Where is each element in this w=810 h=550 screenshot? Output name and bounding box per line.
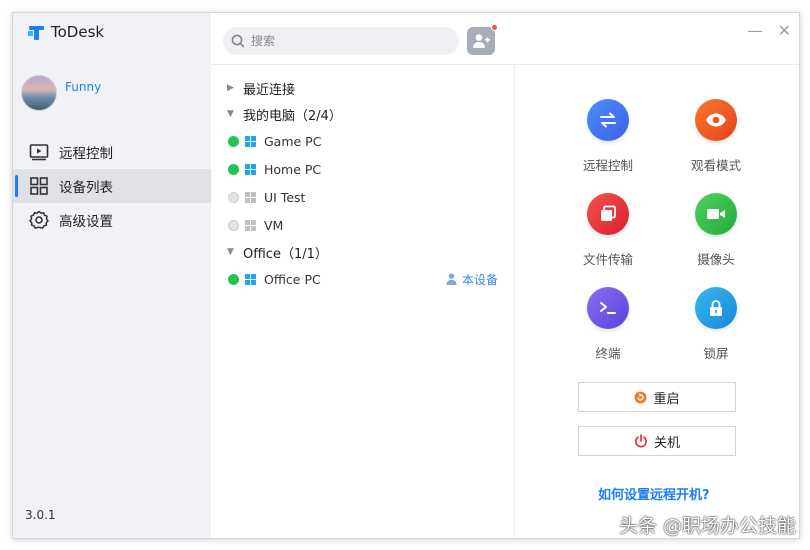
online-status-dot	[228, 163, 239, 175]
this-device-label: 本设备	[461, 272, 498, 287]
online-status-dot	[228, 135, 239, 147]
device-name: VM	[264, 217, 284, 233]
shutdown-button[interactable]: 关机	[578, 426, 736, 456]
offline-status-dot	[228, 219, 239, 231]
close-button[interactable]: ✕	[778, 21, 791, 40]
app-logo: ToDesk	[27, 23, 104, 41]
sidebar-item-label: 高级设置	[59, 214, 113, 230]
restart-label: 重启	[653, 391, 680, 407]
action-label: 文件传输	[582, 252, 633, 267]
search-icon	[231, 34, 245, 48]
sidebar-item-label: 远程控制	[59, 146, 113, 162]
offline-status-dot	[228, 191, 239, 203]
caret-right-icon[interactable]: ▶	[227, 83, 235, 93]
windows-icon	[245, 219, 256, 231]
person-icon	[446, 273, 457, 285]
add-device-button[interactable]	[467, 24, 498, 55]
search-input[interactable]	[251, 34, 441, 48]
action-label: 观看模式	[690, 158, 741, 173]
windows-icon	[245, 135, 256, 147]
caret-down-icon[interactable]: ▼	[227, 247, 235, 257]
group-my-computers[interactable]: ▼ 我的电脑（2/4）	[211, 101, 514, 127]
action-label: 锁屏	[703, 346, 729, 361]
caret-down-icon[interactable]: ▼	[227, 109, 235, 119]
username[interactable]: Funny	[65, 80, 101, 94]
camera-action[interactable]: 摄像头	[676, 193, 756, 268]
windows-icon	[245, 163, 256, 175]
group-label: 最近连接	[243, 82, 296, 98]
sidebar-item-device-list[interactable]: 设备列表	[13, 169, 211, 203]
top-bar: — ✕	[211, 13, 799, 65]
app-name: ToDesk	[51, 23, 105, 41]
action-label: 终端	[595, 346, 621, 361]
windows-icon	[245, 273, 256, 285]
device-name: UI Test	[264, 189, 306, 205]
search-box[interactable]	[223, 27, 459, 55]
app-version: 3.0.1	[25, 508, 56, 522]
sidebar-item-remote-control[interactable]: 远程控制	[13, 135, 211, 169]
device-name: Home PC	[264, 161, 322, 177]
files-icon[interactable]	[587, 193, 629, 235]
todesk-logo-icon	[27, 23, 45, 41]
action-panel: 远程控制 观看模式 文件传输 摄像头 终端 锁屏 重启 关机 如何设置远程开机?	[516, 65, 799, 538]
restart-icon	[634, 391, 647, 403]
remote-boot-help-link[interactable]: 如何设置远程开机?	[598, 484, 710, 503]
power-icon	[634, 434, 647, 448]
sidebar-item-advanced-settings[interactable]: 高级设置	[13, 203, 211, 237]
online-status-dot	[228, 273, 239, 285]
group-label: 我的电脑（2/4）	[243, 108, 342, 124]
todesk-window: ToDesk Funny 远程控制 设备列表 高级设置 3.0.1 搜索 — ✕…	[12, 12, 800, 539]
notification-dot	[491, 24, 498, 31]
grid-icon	[29, 176, 49, 196]
eye-icon[interactable]	[695, 99, 737, 141]
group-recent[interactable]: ▶ 最近连接	[211, 75, 514, 101]
group-label: Office（1/1）	[243, 246, 328, 262]
device-item[interactable]: UI Test	[211, 183, 514, 211]
sidebar-nav: 远程控制 设备列表 高级设置	[13, 135, 211, 237]
action-label: 摄像头	[697, 252, 735, 267]
remote-control-action[interactable]: 远程控制	[568, 99, 648, 174]
action-label: 远程控制	[582, 158, 633, 173]
lock-icon[interactable]	[695, 287, 737, 329]
device-item[interactable]: Office PC 本设备	[211, 265, 514, 293]
camera-icon[interactable]	[695, 193, 737, 235]
device-name: Office PC	[264, 271, 321, 287]
watermark: 头条 @职场办公技能	[618, 515, 796, 537]
gear-icon	[29, 210, 49, 230]
terminal-icon[interactable]	[587, 287, 629, 329]
minimize-button[interactable]: —	[747, 21, 763, 40]
device-name: Game PC	[264, 133, 322, 149]
user-profile[interactable]: Funny	[21, 75, 101, 111]
view-mode-action[interactable]: 观看模式	[676, 99, 756, 174]
windows-icon	[245, 191, 256, 203]
lock-screen-action[interactable]: 锁屏	[676, 287, 756, 362]
this-device-badge: 本设备	[446, 271, 498, 288]
device-tree: ▶ 最近连接 ▼ 我的电脑（2/4） Game PC Home PC UI Te…	[211, 65, 515, 538]
device-item[interactable]: VM	[211, 211, 514, 239]
sidebar: ToDesk Funny 远程控制 设备列表 高级设置 3.0.1	[13, 13, 211, 538]
monitor-play-icon	[29, 142, 49, 162]
terminal-action[interactable]: 终端	[568, 287, 648, 362]
shutdown-label: 关机	[653, 435, 680, 451]
add-user-icon	[473, 34, 490, 48]
device-item[interactable]: Home PC	[211, 155, 514, 183]
sidebar-item-label: 设备列表	[59, 180, 113, 196]
restart-button[interactable]: 重启	[578, 382, 736, 412]
avatar[interactable]	[21, 75, 57, 111]
group-office[interactable]: ▼ Office（1/1）	[211, 239, 514, 265]
device-item[interactable]: Game PC	[211, 127, 514, 155]
file-transfer-action[interactable]: 文件传输	[568, 193, 648, 268]
swap-arrows-icon[interactable]	[587, 99, 629, 141]
